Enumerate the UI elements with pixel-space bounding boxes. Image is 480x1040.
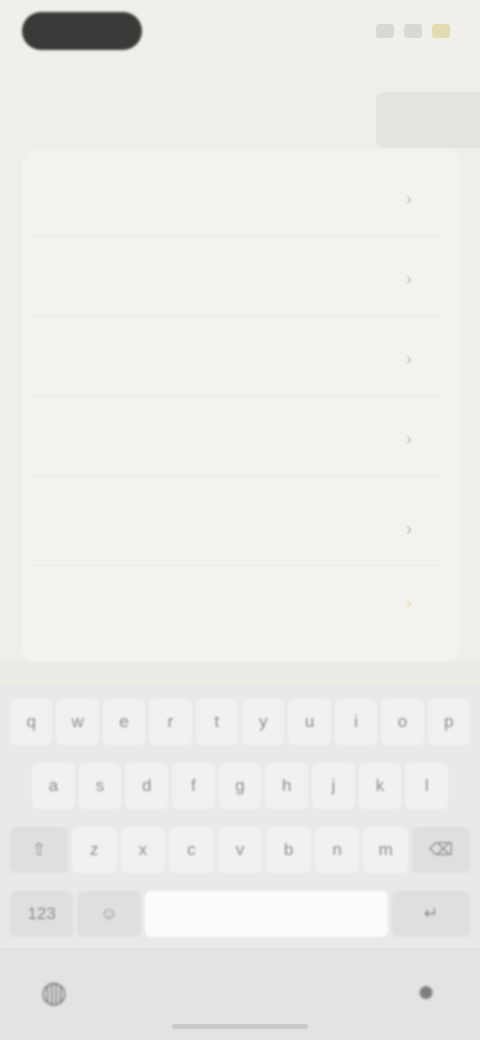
keyboard-row-3: ⇧ z x c v b n m ⌫	[8, 824, 472, 876]
keyboard: q w e r t y u i o p a s d f g h j k l ⇧ …	[0, 684, 480, 948]
top-right-action[interactable]	[376, 92, 480, 148]
key[interactable]: y	[242, 699, 285, 745]
option-row-3[interactable]: ›	[32, 322, 442, 396]
status-bar	[0, 0, 480, 64]
option-row-1[interactable]: ›	[32, 162, 442, 236]
key[interactable]: u	[288, 699, 331, 745]
chevron-right-icon: ›	[406, 348, 412, 369]
key[interactable]: v	[217, 827, 263, 873]
keyboard-row-2: a s d f g h j k l	[30, 760, 450, 812]
key[interactable]: d	[125, 763, 169, 809]
key[interactable]: f	[172, 763, 215, 809]
keyboard-row-4: 123 ☺ ↵	[8, 888, 472, 940]
key[interactable]: o	[381, 699, 424, 745]
home-indicator[interactable]	[172, 1024, 308, 1029]
key[interactable]: n	[314, 827, 360, 873]
key[interactable]: r	[149, 699, 192, 745]
keyboard-row-1: q w e r t y u i o p	[8, 696, 472, 748]
chevron-right-icon: ›	[406, 188, 412, 209]
space-key[interactable]	[144, 891, 389, 937]
key[interactable]: c	[169, 827, 214, 873]
key[interactable]: k	[358, 763, 402, 809]
key[interactable]: m	[363, 827, 408, 873]
time-pill	[22, 12, 142, 50]
key[interactable]: z	[71, 827, 117, 873]
option-row-6[interactable]: ›	[32, 566, 442, 640]
options-list: › › › › › ›	[32, 156, 442, 636]
status-icons	[376, 20, 450, 42]
battery-icon	[432, 24, 450, 38]
wifi-icon	[404, 24, 422, 38]
key[interactable]: j	[312, 763, 355, 809]
key[interactable]: g	[218, 763, 262, 809]
numbers-key[interactable]: 123	[10, 891, 74, 937]
keyboard-divider	[0, 662, 480, 684]
key[interactable]: w	[56, 699, 99, 745]
shift-key[interactable]: ⇧	[10, 827, 68, 873]
signal-icon	[376, 24, 394, 38]
key[interactable]: x	[120, 827, 166, 873]
key[interactable]: i	[334, 699, 378, 745]
key[interactable]: h	[265, 763, 309, 809]
microphone-icon[interactable]: ●	[404, 970, 448, 1014]
option-row-5-selected[interactable]: ›	[32, 492, 442, 566]
backspace-key[interactable]: ⌫	[412, 827, 470, 873]
chevron-right-icon: ›	[406, 593, 412, 613]
globe-icon[interactable]: ◍	[32, 970, 76, 1014]
key[interactable]: a	[32, 763, 75, 809]
key[interactable]: t	[195, 699, 239, 745]
key[interactable]: p	[427, 699, 471, 745]
chevron-right-icon: ›	[406, 268, 412, 289]
key[interactable]: e	[102, 699, 146, 745]
key[interactable]: s	[78, 763, 122, 809]
emoji-key[interactable]: ☺	[77, 891, 141, 937]
chevron-right-icon: ›	[406, 518, 412, 539]
option-row-2[interactable]: ›	[32, 242, 442, 316]
key[interactable]: b	[266, 827, 311, 873]
option-row-4[interactable]: ›	[32, 402, 442, 476]
key[interactable]: q	[10, 699, 53, 745]
chevron-right-icon: ›	[406, 428, 412, 449]
return-key[interactable]: ↵	[392, 891, 470, 937]
key[interactable]: l	[405, 763, 449, 809]
